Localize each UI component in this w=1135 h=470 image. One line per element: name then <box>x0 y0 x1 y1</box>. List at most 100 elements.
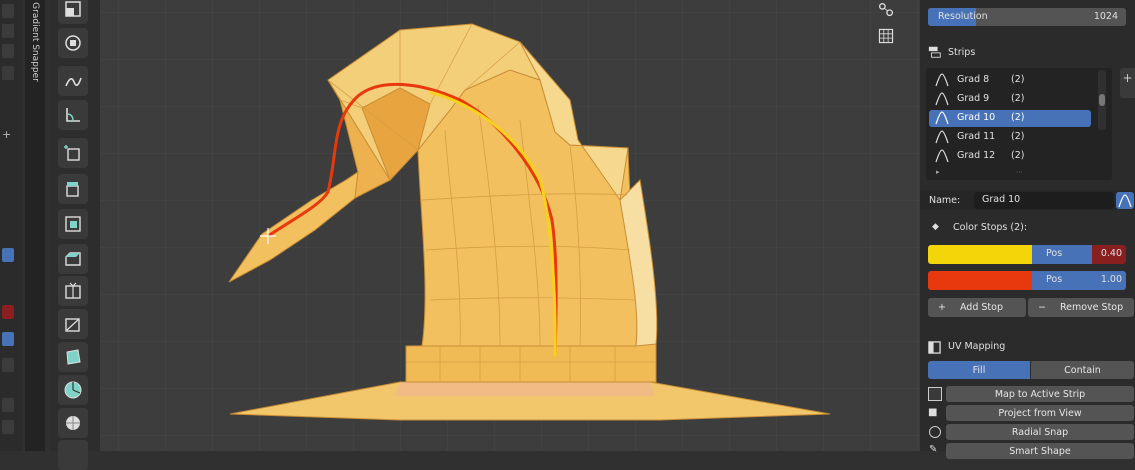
strip-plus-icon[interactable]: + <box>2 128 14 142</box>
diamond-icon: ◆ <box>932 222 939 232</box>
action-label: Project from View <box>998 407 1082 419</box>
project-from-view-button[interactable]: Project from View <box>946 405 1134 421</box>
annotate-tool-icon[interactable] <box>58 66 88 96</box>
strip-button[interactable] <box>2 398 14 412</box>
brush-icon: ✎ <box>929 444 938 455</box>
extrude-tool-icon[interactable] <box>58 174 88 204</box>
strips-list[interactable]: Grad 8 (2) Grad 9 (2) Grad 10 (2) Grad 1… <box>926 68 1112 180</box>
name-input-value: Grad 10 <box>982 194 1021 205</box>
resolution-value: 1024 <box>1093 11 1118 22</box>
strips-title: Strips <box>948 47 976 58</box>
transform-tool-icon[interactable] <box>58 28 88 58</box>
resolution-slider[interactable]: Resolution 1024 <box>928 8 1126 26</box>
list-item[interactable]: Grad 8 (2) <box>929 72 1091 89</box>
smart-shape-button[interactable]: Smart Shape <box>946 443 1134 459</box>
fill-mode-label: Fill <box>972 364 986 376</box>
gradient-curve-icon <box>935 149 949 163</box>
fill-mode-button[interactable]: Fill <box>928 361 1030 379</box>
grid-view-icon[interactable] <box>874 24 898 48</box>
scale-tool-icon[interactable] <box>58 0 88 24</box>
poly-build-tool-icon[interactable] <box>58 342 88 372</box>
strip-count: (2) <box>1011 131 1025 142</box>
resolution-label: Resolution <box>938 11 988 22</box>
strip-count: (2) <box>1011 74 1025 85</box>
shear-tool-icon[interactable] <box>58 440 88 470</box>
tool-shelf <box>50 0 100 470</box>
bevel-tool-icon[interactable] <box>58 244 88 274</box>
uv-mapping-icon <box>928 339 942 354</box>
strip-name: Grad 9 <box>957 93 990 104</box>
spin-tool-icon[interactable] <box>58 375 88 405</box>
contain-mode-button[interactable]: Contain <box>1031 361 1134 379</box>
witch-hat-mesh <box>228 23 831 421</box>
sidebar-tab-label: Gradient Snapper <box>30 2 40 82</box>
strip-button[interactable] <box>2 420 14 434</box>
color-stop-swatch[interactable] <box>928 245 1032 264</box>
pos-value: 1.00 <box>1100 274 1122 285</box>
smooth-tool-icon[interactable] <box>58 408 88 438</box>
strip-name: Grad 11 <box>957 131 996 142</box>
strip-count: (2) <box>1011 150 1025 161</box>
strip-download-icon[interactable] <box>2 66 14 80</box>
list-item-selected[interactable]: Grad 10 (2) <box>929 110 1091 127</box>
gizmo-toggle-icon[interactable] <box>874 0 898 22</box>
sidebar-tab[interactable]: Gradient Snapper <box>25 0 45 451</box>
strip-red-swatch[interactable] <box>2 305 14 319</box>
action-label: Map to Active Strip <box>994 388 1086 400</box>
left-editor-strip: + <box>0 0 22 451</box>
list-expand-icon[interactable]: ▸ <box>936 168 940 176</box>
uv-mapping-title: UV Mapping <box>948 341 1006 352</box>
name-input[interactable]: Grad 10 <box>974 192 1114 209</box>
list-scrollbar[interactable] <box>1098 70 1106 130</box>
strip-active-button[interactable] <box>2 248 14 262</box>
strip-count: (2) <box>1011 93 1025 104</box>
action-label: Radial Snap <box>1011 426 1069 438</box>
pos-label: Pos <box>1046 248 1063 259</box>
3d-viewport[interactable] <box>100 0 920 451</box>
list-item[interactable]: Grad 11 (2) <box>929 129 1091 146</box>
strip-name: Grad 8 <box>957 74 990 85</box>
minus-icon: − <box>1038 302 1046 313</box>
strip-button[interactable] <box>2 358 14 372</box>
plus-icon: + <box>938 302 946 313</box>
color-stop-swatch[interactable] <box>928 271 1032 290</box>
strip-name: Grad 10 <box>957 112 996 123</box>
stop-pos-field[interactable]: Pos <box>1032 245 1092 264</box>
stop-pos-field[interactable]: Pos 1.00 <box>1032 271 1126 290</box>
strip-button[interactable] <box>2 4 14 18</box>
list-item[interactable]: Grad 12 (2) <box>929 148 1091 165</box>
color-stops-title: Color Stops (2): <box>953 222 1028 233</box>
inset-tool-icon[interactable] <box>58 209 88 239</box>
add-strip-button[interactable]: + <box>1120 68 1135 98</box>
strip-count: (2) <box>1011 112 1025 123</box>
add-stop-label: Add Stop <box>959 302 1003 313</box>
measure-tool-icon[interactable] <box>58 100 88 130</box>
gradient-type-icon[interactable] <box>1116 192 1134 209</box>
add-cube-tool-icon[interactable] <box>58 138 88 168</box>
name-label: Name: <box>929 195 961 206</box>
stop-pos-value[interactable]: 0.40 <box>1092 245 1126 264</box>
add-stop-button[interactable]: + Add Stop <box>928 298 1026 317</box>
camera-icon: ■ <box>928 407 938 418</box>
strip-name: Grad 12 <box>957 150 996 161</box>
map-to-active-strip-button[interactable]: Map to Active Strip <box>946 386 1134 402</box>
strip-button[interactable] <box>2 24 14 38</box>
loop-cut-tool-icon[interactable] <box>58 276 88 306</box>
strip-blue-button[interactable] <box>2 332 14 346</box>
knife-tool-icon[interactable] <box>58 309 88 339</box>
scrollbar-thumb[interactable] <box>1099 94 1105 106</box>
pos-label: Pos <box>1046 274 1063 285</box>
pos-value: 0.40 <box>1100 248 1122 259</box>
action-label: Smart Shape <box>1009 445 1071 457</box>
strip-button[interactable] <box>2 44 14 58</box>
contain-mode-label: Contain <box>1064 364 1101 376</box>
strips-icon <box>928 44 944 60</box>
gradient-curve-icon <box>935 73 949 87</box>
list-item[interactable]: Grad 9 (2) <box>929 91 1091 108</box>
map-strip-icon <box>928 387 942 401</box>
remove-stop-label: Remove Stop <box>1059 302 1124 313</box>
properties-panel: Resolution 1024 Strips Grad 8 (2) Grad 9… <box>920 0 1135 459</box>
radial-snap-button[interactable]: Radial Snap <box>946 424 1134 440</box>
list-resize-handle[interactable]: ⋯ <box>1016 168 1023 176</box>
remove-stop-button[interactable]: − Remove Stop <box>1028 298 1134 317</box>
